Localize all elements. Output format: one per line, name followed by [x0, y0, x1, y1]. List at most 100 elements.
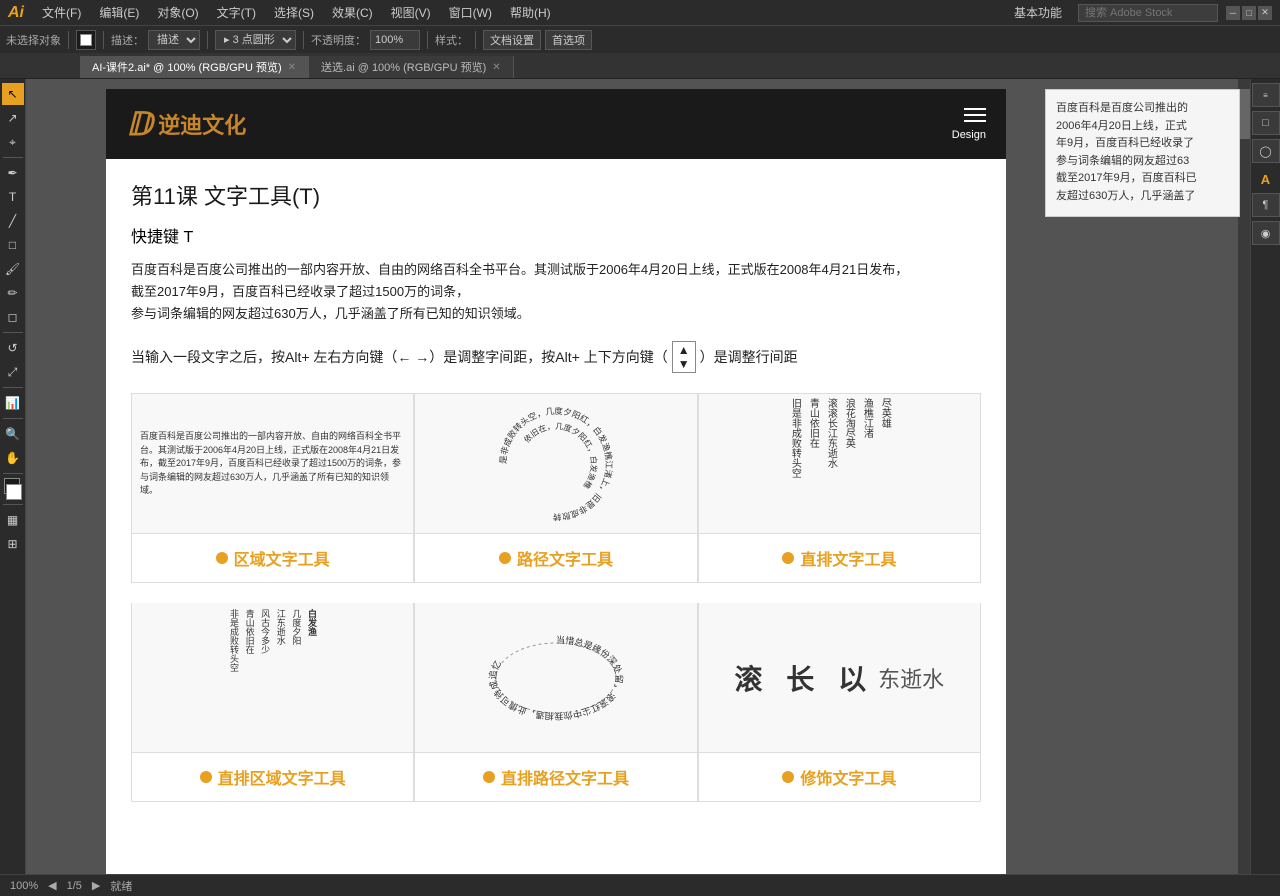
- toolbar: 未选择对象 描述： 描述 ▸ 3 点圆形 不透明度： 样式： 文档设置 首选项: [0, 25, 1280, 53]
- tool-sep5: [3, 473, 23, 474]
- decorate-text-display: 滚 长 以: [735, 658, 875, 698]
- tab-0-label: AI-课件2.ai* @ 100% (RGB/GPU 预览): [92, 59, 282, 75]
- background-color[interactable]: [6, 484, 22, 500]
- decorate-demo: 滚 长 以 东逝水: [699, 603, 980, 753]
- v-area-col4: 江东逝水: [274, 609, 287, 645]
- v-area-dot: [200, 771, 212, 783]
- close-button[interactable]: ✕: [1258, 6, 1272, 20]
- ham-line2: [964, 114, 986, 116]
- menu-help[interactable]: 帮助(H): [502, 2, 559, 23]
- nav-next[interactable]: ▶: [92, 879, 100, 892]
- area-text-demo: 百度百科是百度公司推出的一部内容开放、自由的网络百科全书平台。其测试版于2006…: [132, 394, 413, 534]
- rotate-tool[interactable]: ↺: [2, 337, 24, 359]
- screen-mode[interactable]: ▦: [2, 509, 24, 531]
- lesson-title: 第11课 文字工具(T): [131, 179, 981, 211]
- search-input[interactable]: [1078, 4, 1218, 22]
- sep4: [303, 31, 304, 49]
- path-text-svg: 是非成败转头空，几度夕阳红，白发渔樵江渚上，旧是非成败转 依旧在，几度夕阳红，白…: [491, 399, 621, 529]
- panel-btn3[interactable]: ◯: [1252, 139, 1280, 163]
- ham-line3: [964, 120, 986, 122]
- v-path-dot: [483, 771, 495, 783]
- vertical-col3: 滚滚长江东逝水: [823, 398, 837, 468]
- tool-sep4: [3, 418, 23, 419]
- menu-effect[interactable]: 效果(C): [324, 2, 381, 23]
- style-label: 样式：: [435, 32, 468, 48]
- restore-button[interactable]: □: [1242, 6, 1256, 20]
- zoom-tool[interactable]: 🔍: [2, 423, 24, 445]
- vertical-path-name: 直排路径文字工具: [501, 765, 629, 789]
- scatter-select[interactable]: 描述: [148, 30, 200, 50]
- brush-tool[interactable]: 🖌: [2, 258, 24, 280]
- vertical-text-visual: 旧是非成败转头空 青山依旧在 滚滚长江东逝水 浪花淘尽英 渔樵江渚 尽英雄: [783, 394, 895, 533]
- vertical-col4: 浪花淘尽英: [841, 398, 855, 448]
- vertical-dot: [782, 552, 794, 564]
- line-tool[interactable]: ╱: [2, 210, 24, 232]
- vertical-col6: 尽英雄: [877, 398, 891, 428]
- panel-ai-label: A: [1261, 171, 1270, 189]
- design-label: Design: [952, 129, 986, 141]
- right-info-panel: 百度百科是百度公司推出的2006年4月20日上线，正式年9月，百度百科已经收录了…: [1045, 89, 1240, 217]
- menu-text[interactable]: 文字(T): [209, 2, 264, 23]
- vertical-area-demo: 非是成败转头空 青山依旧在 风古今多少 江东逝水 几度夕阳 白发渔: [132, 603, 413, 753]
- keyboard-tip: 当输入一段文字之后，按Alt+ 左右方向键（← →）是调整字间距，按Alt+ 上…: [131, 341, 981, 373]
- artboard-tool[interactable]: ⊞: [2, 533, 24, 555]
- preferences-button[interactable]: 首选项: [545, 30, 592, 50]
- lasso-tool[interactable]: ⌖: [2, 131, 24, 153]
- stroke-fill-icon[interactable]: [76, 30, 96, 50]
- color-swatch[interactable]: [2, 478, 24, 500]
- panel-btn1[interactable]: ≡: [1252, 83, 1280, 107]
- document-canvas: 𝔻 逆迪文化 Design 第11课 文字工具(T) 快捷键 T 百度百科是百度…: [106, 89, 1006, 889]
- menu-bar-right: 基本功能 ─ □ ✕: [1006, 2, 1272, 23]
- select-tool[interactable]: ↖: [2, 83, 24, 105]
- sep5: [427, 31, 428, 49]
- page-info: 1/5: [67, 880, 82, 892]
- graph-tool[interactable]: 📊: [2, 392, 24, 414]
- opacity-input[interactable]: [370, 30, 420, 50]
- desc-line2: 截至2017年9月，百度百科已经收录了超过1500万的词条，: [131, 284, 469, 299]
- eraser-tool[interactable]: ◻: [2, 306, 24, 328]
- path-text-label-row: 路径文字工具: [491, 534, 621, 582]
- tab-1-close[interactable]: ✕: [492, 62, 500, 73]
- vertical-path-label-row: 直排路径文字工具: [475, 753, 637, 801]
- hand-tool[interactable]: ✋: [2, 447, 24, 469]
- type-tool[interactable]: T: [2, 186, 24, 208]
- vertical-area-visual: 非是成败转头空 青山依旧在 风古今多少 江东逝水 几度夕阳 白发渔: [221, 603, 324, 752]
- vertical-path-svg: 当惜总是缘份深处留，滚滚红尘中你我相遇，此情可待成追忆: [481, 613, 631, 743]
- panel-btn5[interactable]: ◉: [1252, 221, 1280, 245]
- no-selection-label: 未选择对象: [6, 32, 61, 48]
- panel-btn4[interactable]: ¶: [1252, 193, 1280, 217]
- menu-select[interactable]: 选择(S): [266, 2, 322, 23]
- menu-file[interactable]: 文件(F): [34, 2, 89, 23]
- menu-edit[interactable]: 编辑(E): [91, 2, 147, 23]
- workspace-label[interactable]: 基本功能: [1006, 2, 1070, 23]
- pen-tool[interactable]: ✒: [2, 162, 24, 184]
- menu-window[interactable]: 窗口(W): [441, 2, 500, 23]
- doc-settings-button[interactable]: 文档设置: [483, 30, 541, 50]
- right-info-text: 百度百科是百度公司推出的2006年4月20日上线，正式年9月，百度百科已经收录了…: [1056, 100, 1229, 206]
- pencil-tool[interactable]: ✏: [2, 282, 24, 304]
- tab-0[interactable]: AI-课件2.ai* @ 100% (RGB/GPU 预览) ✕: [80, 56, 309, 78]
- panel-btn2[interactable]: □: [1252, 111, 1280, 135]
- menu-view[interactable]: 视图(V): [383, 2, 439, 23]
- tab-1[interactable]: 送选.ai @ 100% (RGB/GPU 预览) ✕: [309, 56, 514, 78]
- vertical-path-visual: 当惜总是缘份深处留，滚滚红尘中你我相遇，此情可待成追忆: [481, 613, 631, 743]
- nav-prev[interactable]: ◀: [48, 879, 56, 892]
- rect-tool[interactable]: □: [2, 234, 24, 256]
- tools-grid-bottom: 非是成败转头空 青山依旧在 风古今多少 江东逝水 几度夕阳 白发渔 直排区域文字…: [131, 603, 981, 802]
- direct-select-tool[interactable]: ↗: [2, 107, 24, 129]
- menu-object[interactable]: 对象(O): [149, 2, 206, 23]
- hamburger-menu[interactable]: Design: [952, 108, 986, 141]
- tab-0-close[interactable]: ✕: [288, 62, 296, 73]
- vertical-col5: 渔樵江渚: [859, 398, 873, 438]
- path-text-visual: 是非成败转头空，几度夕阳红，白发渔樵江渚上，旧是非成败转 依旧在，几度夕阳红，白…: [491, 399, 621, 529]
- app-logo: Ai: [8, 4, 24, 22]
- desc-line1: 百度百科是百度公司推出的一部内容开放、自由的网络百科全书平台。其测试版于2006…: [131, 262, 908, 277]
- canvas-area: 𝔻 逆迪文化 Design 第11课 文字工具(T) 快捷键 T 百度百科是百度…: [26, 79, 1250, 896]
- minimize-button[interactable]: ─: [1226, 6, 1240, 20]
- vertical-area-section: 非是成败转头空 青山依旧在 风古今多少 江东逝水 几度夕阳 白发渔 直排区域文字…: [131, 603, 414, 802]
- scale-tool[interactable]: ⤢: [2, 361, 24, 383]
- brush-select[interactable]: ▸ 3 点圆形: [215, 30, 296, 50]
- vertical-area-label-row: 直排区域文字工具: [192, 753, 354, 801]
- desc-line3: 参与词条编辑的网友超过630万人，几乎涵盖了所有已知的知识领域。: [131, 306, 530, 321]
- tabs-bar: AI-课件2.ai* @ 100% (RGB/GPU 预览) ✕ 送选.ai @…: [0, 53, 1280, 79]
